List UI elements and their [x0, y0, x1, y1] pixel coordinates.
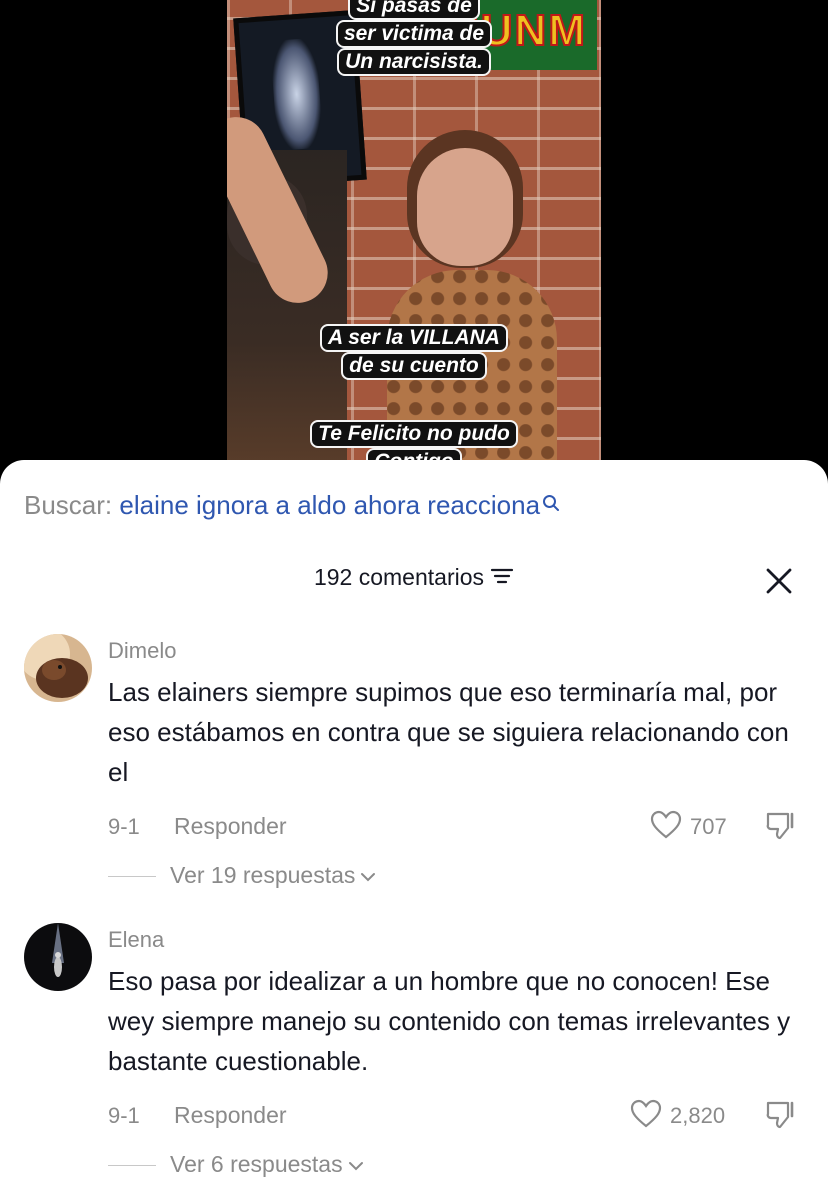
search-query-link[interactable]: elaine ignora a aldo ahora reacciona: [119, 490, 540, 520]
comment-text: Las elainers siempre supimos que eso ter…: [108, 677, 789, 787]
comment-date: 9-1: [108, 1103, 140, 1128]
comment-username[interactable]: Elena: [108, 927, 164, 953]
search-label: Buscar:: [24, 490, 113, 520]
heart-icon[interactable]: [650, 810, 682, 845]
chevron-down-icon: [355, 862, 377, 888]
like-count: 707: [690, 814, 727, 839]
avatar[interactable]: [24, 923, 92, 991]
reply-button[interactable]: Responder: [174, 1102, 287, 1129]
search-suggestion[interactable]: Buscar: elaine ignora a aldo ahora reacc…: [24, 490, 560, 521]
dislike-icon[interactable]: [764, 810, 798, 847]
caption-top-line-3: Un narcisista.: [337, 48, 491, 76]
divider-line: [108, 876, 156, 878]
comment-date: 9-1: [108, 814, 140, 839]
view-replies-label: Ver 19 respuestas: [170, 862, 356, 888]
video-player[interactable]: JUNM Si pasas de ser victima de Un narci…: [0, 0, 828, 470]
search-icon[interactable]: [542, 490, 560, 521]
close-icon[interactable]: [764, 566, 794, 596]
caption-top: Si pasas de ser victima de Un narcisista…: [227, 0, 601, 76]
view-replies-button[interactable]: Ver 19 respuestas: [108, 862, 377, 889]
caption-middle-line-2: de su cuento: [341, 352, 487, 380]
sort-filter-icon[interactable]: [490, 565, 514, 592]
comments-count: 192 comentarios: [313, 564, 485, 590]
video-frame: JUNM Si pasas de ser victima de Un narci…: [227, 0, 601, 470]
like-count: 2,820: [670, 1103, 726, 1128]
woman-head: [417, 148, 513, 266]
divider-line: [108, 1165, 156, 1167]
comments-sheet: Buscar: elaine ignora a aldo ahora reacc…: [0, 460, 828, 1200]
view-replies-label: Ver 6 respuestas: [170, 1151, 343, 1177]
comments-header: 192 comentarios: [0, 564, 828, 592]
heart-icon[interactable]: [630, 1099, 662, 1134]
caption-top-line-1: Si pasas de: [348, 0, 480, 20]
reply-button[interactable]: Responder: [174, 813, 287, 840]
caption-bottom-line-1: Te Felicito no pudo: [310, 420, 518, 448]
view-replies-button[interactable]: Ver 6 respuestas: [108, 1151, 365, 1178]
chevron-down-icon: [343, 1151, 365, 1177]
caption-middle: A ser la VILLANA de su cuento: [227, 324, 601, 380]
avatar[interactable]: [24, 634, 92, 702]
dislike-icon[interactable]: [764, 1099, 798, 1136]
caption-middle-line-1: A ser la VILLANA: [320, 324, 508, 352]
comment-text: Eso pasa por idealizar a un hombre que n…: [108, 966, 791, 1076]
caption-top-line-2: ser victima de: [335, 20, 493, 48]
comment-username[interactable]: Dimelo: [108, 638, 176, 664]
